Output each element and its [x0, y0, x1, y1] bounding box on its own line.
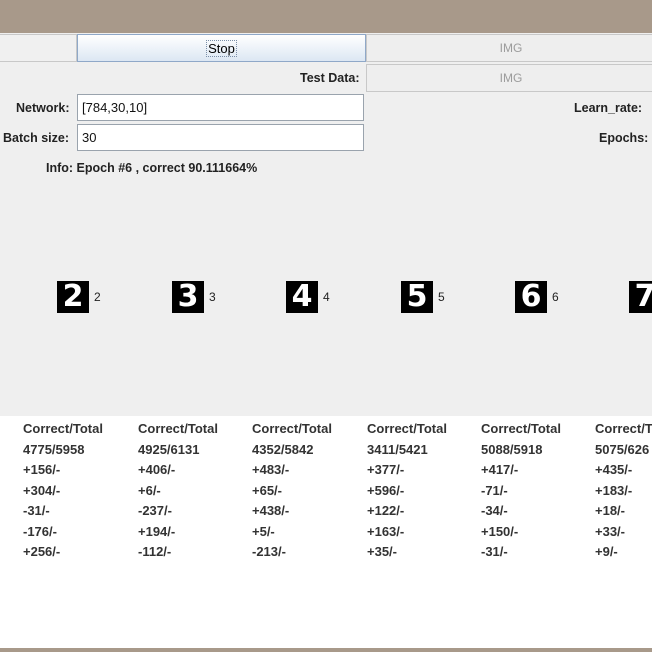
stats-delta: -112/- [138, 544, 172, 559]
stats-delta: +183/- [595, 482, 633, 498]
digit-image: 7 [629, 281, 652, 313]
stop-button[interactable]: Stop [77, 34, 366, 62]
stats-header: Correct/Total [367, 421, 447, 436]
learn-rate-label: Learn_rate: [574, 101, 643, 115]
stats-delta: -237/- [138, 503, 172, 518]
stats-delta: +5/- [252, 523, 275, 539]
digit-image: 3 [172, 281, 204, 313]
blank-button[interactable] [0, 34, 77, 62]
stats-column: Correct/Total 5088/5918 +417/- -71/- -34… [481, 419, 561, 563]
app-window: Stop IMG Test Data: IMG Network: Learn_r… [0, 33, 652, 648]
stats-delta: +256/- [23, 544, 61, 559]
stats-delta: +438/- [252, 503, 290, 518]
stats-total: 4775/5958 [23, 441, 85, 457]
network-input[interactable] [77, 94, 364, 121]
img-button-train[interactable]: IMG [366, 34, 652, 62]
stats-total: 5075/626 [595, 441, 650, 457]
stats-delta: +163/- [367, 523, 405, 539]
digit-prediction: 5 [438, 290, 445, 304]
stats-delta: -31/- [481, 544, 508, 559]
stats-delta: +122/- [367, 503, 405, 518]
stats-delta: -176/- [23, 523, 57, 539]
epochs-label: Epochs: [599, 131, 649, 145]
digit-sample-6: 6 6 [515, 281, 559, 313]
stats-total: 5088/5918 [481, 441, 543, 457]
stats-column: Correct/Total 4775/5958 +156/- +304/- -3… [23, 419, 103, 563]
digit-image: 6 [515, 281, 547, 313]
network-label: Network: [16, 101, 70, 115]
digit-sample-5: 5 5 [401, 281, 445, 313]
stats-header: Correct/Total [481, 421, 561, 436]
stats-delta: +150/- [481, 523, 519, 539]
stats-delta: +6/- [138, 482, 161, 498]
window-bottom-edge [0, 648, 652, 652]
stats-delta: -71/- [481, 482, 508, 498]
stats-column: Correct/Total 4352/5842 +483/- +65/- +43… [252, 419, 332, 563]
stats-header: Correct/Total [252, 421, 332, 436]
digit-image: 4 [286, 281, 318, 313]
info-text: Info: Epoch #6 , correct 90.111664% [46, 161, 258, 175]
digit-image: 2 [57, 281, 89, 313]
stats-delta: +596/- [367, 482, 405, 498]
digit-image: 5 [401, 281, 433, 313]
stats-total: 3411/5421 [367, 441, 428, 457]
digit-prediction: 6 [552, 290, 559, 304]
stats-delta: +18/- [595, 503, 625, 518]
stats-column: Correct/Total 4925/6131 +406/- +6/- -237… [138, 419, 218, 563]
digit-prediction: 3 [209, 290, 216, 304]
stats-header: Correct/T [595, 421, 652, 436]
stats-delta: +156/- [23, 462, 61, 477]
stats-delta: -34/- [481, 503, 508, 518]
stats-column: Correct/T 5075/626 +435/- +183/- +18/- +… [595, 419, 652, 563]
stats-delta: +483/- [252, 462, 290, 477]
stats-delta: +33/- [595, 523, 625, 539]
batch-size-input[interactable] [77, 124, 364, 151]
stats-delta: -213/- [252, 544, 286, 559]
stats-delta: +194/- [138, 523, 176, 539]
stats-delta: +406/- [138, 462, 176, 477]
digit-prediction: 4 [323, 290, 330, 304]
stats-total: 4352/5842 [252, 441, 314, 457]
batch-size-label: Batch size: [3, 131, 69, 145]
stats-delta: +35/- [367, 544, 397, 559]
img-button-test[interactable]: IMG [366, 64, 652, 92]
digit-sample-4: 4 4 [286, 281, 330, 313]
stats-delta: +417/- [481, 462, 519, 477]
digit-prediction: 2 [94, 290, 101, 304]
stats-delta: -31/- [23, 503, 50, 518]
digit-sample-2: 2 2 [57, 281, 101, 313]
stats-column: Correct/Total 3411/5421 +377/- +596/- +1… [367, 419, 447, 563]
stats-delta: +435/- [595, 462, 633, 477]
stats-delta: +9/- [595, 544, 618, 559]
stats-header: Correct/Total [138, 421, 218, 436]
stats-total: 4925/6131 [138, 441, 200, 457]
stats-panel: Correct/Total 4775/5958 +156/- +304/- -3… [0, 416, 652, 648]
digit-sample-3: 3 3 [172, 281, 216, 313]
digit-sample-7: 7 [629, 281, 652, 313]
stats-delta: +377/- [367, 462, 405, 477]
test-data-label: Test Data: [300, 71, 360, 85]
stats-delta: +304/- [23, 482, 61, 498]
stats-header: Correct/Total [23, 421, 103, 436]
stats-delta: +65/- [252, 482, 282, 498]
stop-button-label: Stop [206, 39, 237, 57]
